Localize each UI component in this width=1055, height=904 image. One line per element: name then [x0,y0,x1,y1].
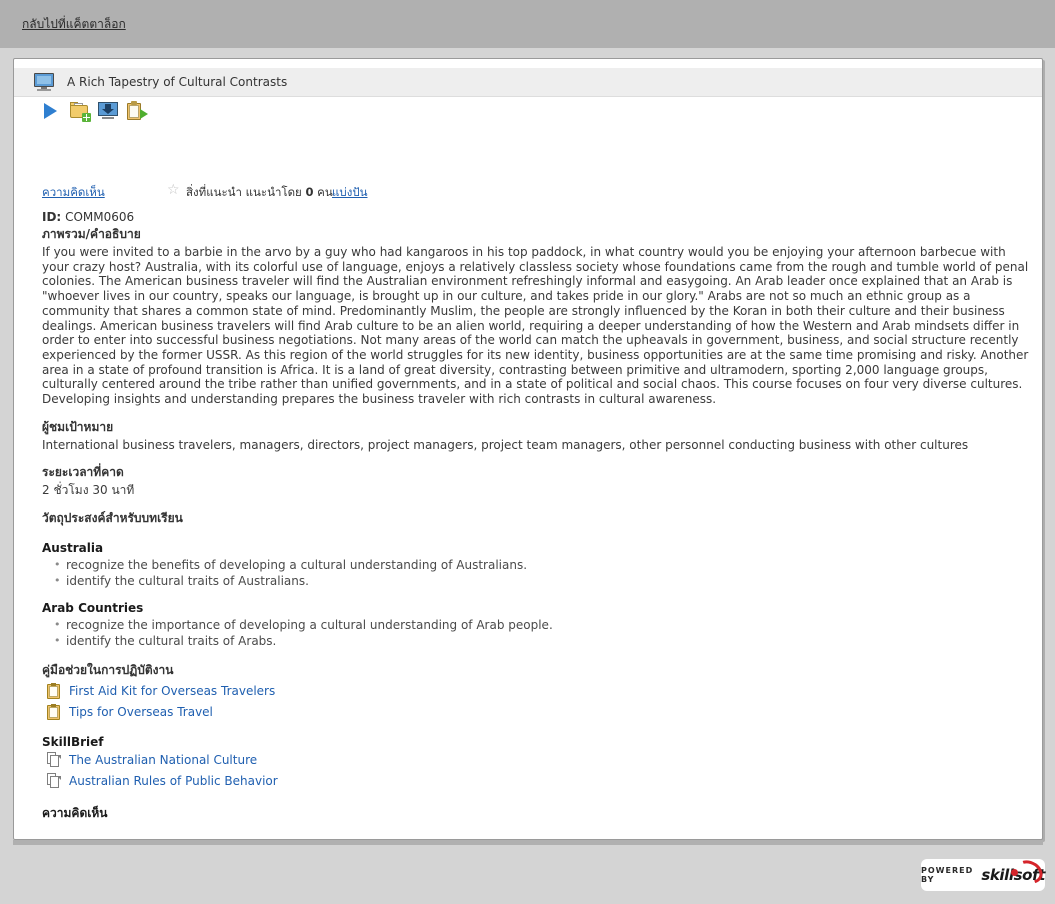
share-link[interactable]: แบ่งปัน [332,184,368,202]
objective-item: identify the cultural traits of Arabs. [54,633,1032,649]
bottom-band [0,845,1055,904]
job-aid-row[interactable]: Tips for Overseas Travel [42,702,1032,722]
monitor-icon [34,73,54,91]
document-icon [47,752,61,768]
overview-text: If you were invited to a barbie in the a… [42,245,1029,407]
download-icon[interactable] [98,101,118,121]
job-aids-heading: คู่มือช่วยในการปฏิบัติงาน [42,663,174,678]
objective-group: Australia recognize the benefits of deve… [42,541,1032,589]
duration-heading: ระยะเวลาที่คาด [42,465,124,480]
recommend-prefix: สิ่งที่แนะนำ แนะนำโดย [186,185,306,199]
job-aid-link[interactable]: First Aid Kit for Overseas Travelers [69,684,275,698]
clipboard-icon [47,683,61,700]
skillbrief-heading: SkillBrief [42,735,104,750]
course-id-line: ID: COMM0606 [42,210,1032,224]
objective-group-title: Arab Countries [42,601,144,616]
job-aid-row[interactable]: First Aid Kit for Overseas Travelers [42,681,1032,701]
skillbrief-row[interactable]: Australian Rules of Public Behavior [42,771,1032,791]
objective-item: recognize the benefits of developing a c… [54,557,1032,573]
job-aid-link[interactable]: Tips for Overseas Travel [69,705,213,719]
back-to-catalog-link[interactable]: กลับไปที่แค็ตตาล็อก [22,15,126,34]
course-detail-panel: A Rich Tapestry of Cultural Contrasts คว… [13,58,1043,840]
skillbrief-link[interactable]: Australian Rules of Public Behavior [69,774,278,788]
page-title: A Rich Tapestry of Cultural Contrasts [67,75,288,89]
objective-item: recognize the importance of developing a… [54,617,1032,633]
course-title-bar: A Rich Tapestry of Cultural Contrasts [14,68,1042,97]
objective-list: recognize the importance of developing a… [42,617,1032,649]
course-meta-row: ความคิดเห็น ☆ สิ่งที่แนะนำ แนะนำโดย 0 คน… [42,183,1002,202]
powered-by-badge: POWERED BY skillsoft [921,856,1047,891]
share-clipboard-icon[interactable] [126,101,148,121]
clipboard-icon [47,704,61,721]
duration-text: 2 ชั่วโมง 30 นาที [42,483,135,498]
course-id-value: COMM0606 [65,210,135,224]
skillbrief-link[interactable]: The Australian National Culture [69,753,257,767]
skillbrief-row[interactable]: The Australian National Culture [42,750,1032,770]
comment-form-heading: ความคิดเห็น [42,806,108,821]
objectives-heading: วัตถุประสงค์สำหรับบทเรียน [42,511,183,526]
course-content: ID: COMM0606 ภาพรวม/คำอธิบาย If you were… [42,210,1032,839]
powered-by-label: POWERED BY [921,866,974,884]
skillsoft-logo: skillsoft [981,856,1047,888]
course-id-label: ID: [42,210,62,224]
objective-item: identify the cultural traits of Australi… [54,573,1032,589]
objective-group-title: Australia [42,541,104,556]
recommend-count-text: สิ่งที่แนะนำ แนะนำโดย 0 คน [186,184,333,202]
recommend-suffix: คน [313,185,333,199]
overview-heading: ภาพรวม/คำอธิบาย [42,227,141,241]
play-icon[interactable] [42,101,62,121]
top-toolbar-band: กลับไปที่แค็ตตาล็อก [0,0,1055,48]
add-to-folder-icon[interactable] [70,101,91,122]
objective-list: recognize the benefits of developing a c… [42,557,1032,589]
comments-link[interactable]: ความคิดเห็น [42,184,105,202]
star-icon[interactable]: ☆ [167,183,180,197]
course-action-toolbar [42,101,148,122]
objective-group: Arab Countries recognize the importance … [42,601,1032,649]
audience-heading: ผู้ชมเป้าหมาย [42,419,114,434]
audience-text: International business travelers, manage… [42,437,969,452]
document-icon [47,773,61,789]
